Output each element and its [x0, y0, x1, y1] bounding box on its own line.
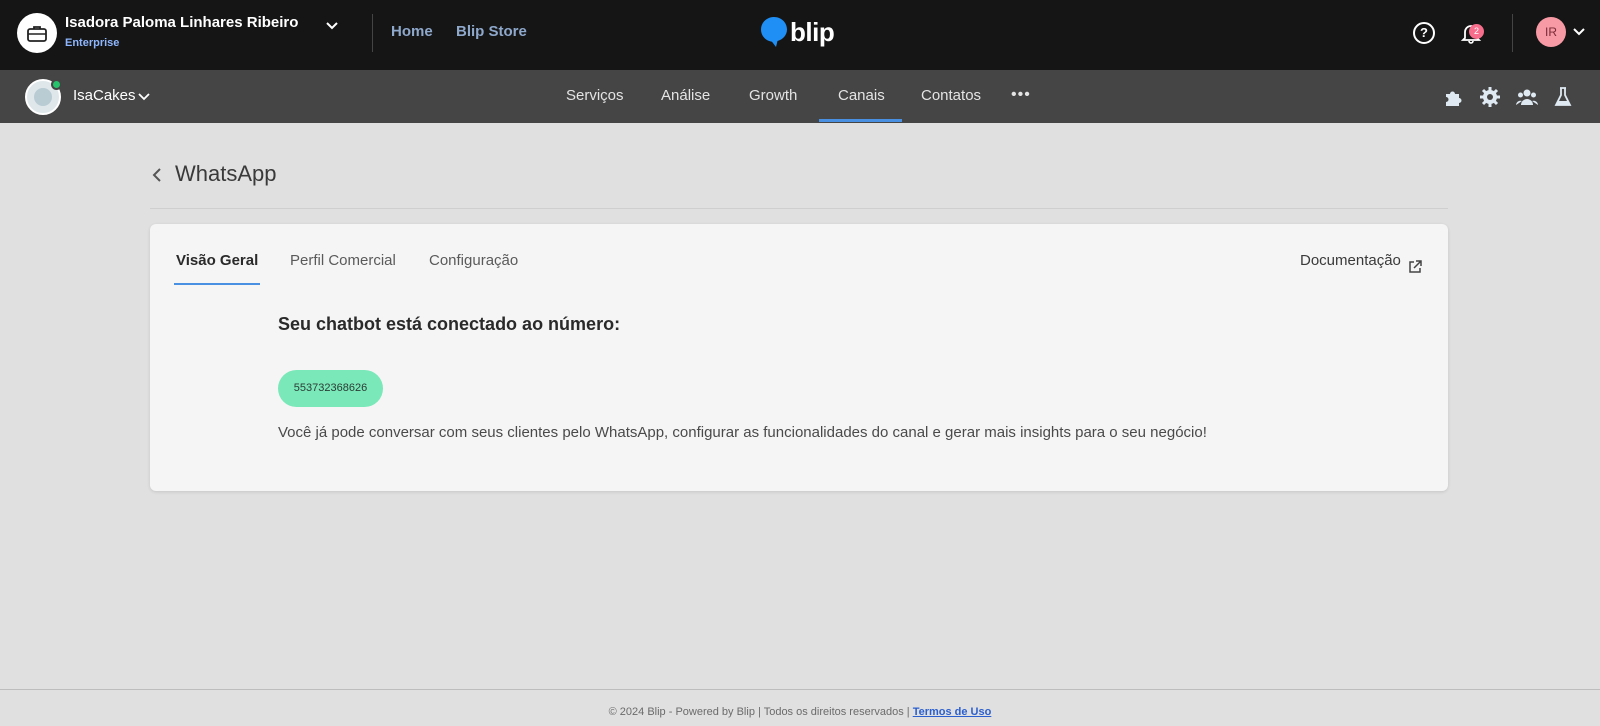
blip-logo[interactable]: blip [760, 16, 835, 48]
divider [150, 208, 1448, 209]
briefcase-icon[interactable] [17, 13, 57, 53]
back-arrow-icon[interactable] [150, 166, 164, 184]
user-avatar[interactable]: IR [1536, 17, 1566, 47]
help-icon[interactable]: ? [1413, 22, 1435, 44]
footer-text: © 2024 Blip - Powered by Blip | Todos os… [608, 706, 913, 718]
team-icon[interactable] [1516, 86, 1538, 108]
page-title: WhatsApp [175, 161, 277, 186]
home-link[interactable]: Home [391, 23, 433, 40]
channel-card: Visão Geral Perfil Comercial Configuraçã… [150, 224, 1448, 491]
channel-description: Você já pode conversar com seus clientes… [278, 424, 1207, 441]
nav-canais[interactable]: Canais [838, 87, 885, 104]
phone-number-chip: 553732368626 [278, 370, 383, 407]
footer: © 2024 Blip - Powered by Blip | Todos os… [0, 706, 1600, 718]
nav-contatos[interactable]: Contatos [921, 87, 981, 104]
documentation-link[interactable]: Documentação [1300, 252, 1401, 269]
more-icon[interactable]: ••• [1011, 86, 1031, 104]
divider [1512, 14, 1513, 52]
tab-configuracao[interactable]: Configuração [429, 252, 518, 269]
notification-badge: 2 [1469, 24, 1484, 39]
org-plan: Enterprise [65, 37, 120, 49]
chevron-down-icon[interactable] [137, 90, 151, 104]
tab-perfil-comercial[interactable]: Perfil Comercial [290, 252, 396, 269]
connected-heading: Seu chatbot está conectado ao número: [278, 314, 621, 334]
puzzle-icon[interactable] [1443, 86, 1465, 108]
blip-logo-icon [761, 17, 787, 47]
chevron-down-icon[interactable] [1572, 25, 1586, 39]
online-status-dot [51, 79, 62, 90]
flask-icon[interactable] [1552, 86, 1574, 108]
chevron-down-icon[interactable] [324, 18, 340, 34]
org-name[interactable]: Isadora Paloma Linhares Ribeiro [65, 14, 298, 31]
active-tab-indicator [174, 283, 260, 285]
terms-link[interactable]: Termos de Uso [913, 706, 992, 718]
blip-store-link[interactable]: Blip Store [456, 23, 527, 40]
nav-servicos[interactable]: Serviços [566, 87, 624, 104]
tab-visao-geral[interactable]: Visão Geral [176, 252, 258, 269]
divider [372, 14, 373, 52]
external-link-icon[interactable] [1408, 260, 1422, 274]
active-tab-indicator [819, 119, 902, 122]
logo-text: blip [790, 16, 835, 47]
bot-nav: IsaCakes Serviços Análise Growth Canais … [0, 70, 1600, 123]
bot-name[interactable]: IsaCakes [73, 87, 136, 104]
nav-analise[interactable]: Análise [661, 87, 710, 104]
gear-icon[interactable] [1479, 86, 1501, 108]
nav-growth[interactable]: Growth [749, 87, 797, 104]
footer-divider [0, 689, 1600, 690]
top-bar: Isadora Paloma Linhares Ribeiro Enterpri… [0, 0, 1600, 70]
